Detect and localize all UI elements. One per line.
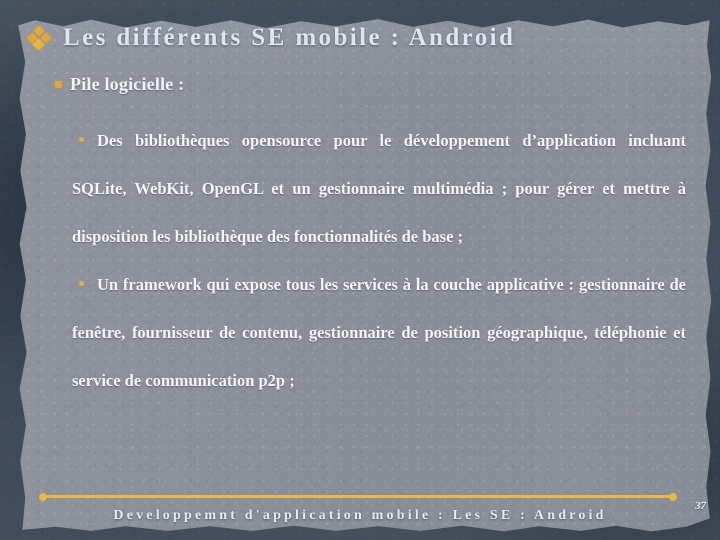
slide-body: Des bibliothèques opensource pour le dév… (72, 117, 686, 405)
footer-divider (39, 492, 677, 501)
diamond-cluster-icon (26, 25, 52, 51)
subheading-row: Pile logicielle : (55, 74, 184, 95)
round-dot-icon (79, 137, 84, 142)
slide-title-row: Les différents SE mobile : Android (26, 24, 516, 52)
footer-label: Developpemnt d'application mobile : Les … (113, 508, 607, 523)
round-dot-icon (79, 281, 84, 286)
bullet-paragraph: Un framework qui expose tous les service… (72, 261, 686, 405)
subheading-label: Pile logicielle : (70, 74, 185, 94)
page-title: Les différents SE mobile : Android (63, 24, 516, 51)
bullet-text: Des bibliothèques opensource pour le dév… (72, 131, 686, 246)
slide-canvas: Les différents SE mobile : Android Pile … (0, 0, 720, 540)
footer-divider-left-cap (39, 492, 47, 501)
page-number: 37 (695, 500, 706, 512)
bullet-text: Un framework qui expose tous les service… (72, 275, 686, 390)
footer-divider-right-cap (669, 492, 677, 501)
square-bullet-icon (55, 81, 62, 88)
bullet-paragraph: Des bibliothèques opensource pour le dév… (72, 117, 686, 261)
